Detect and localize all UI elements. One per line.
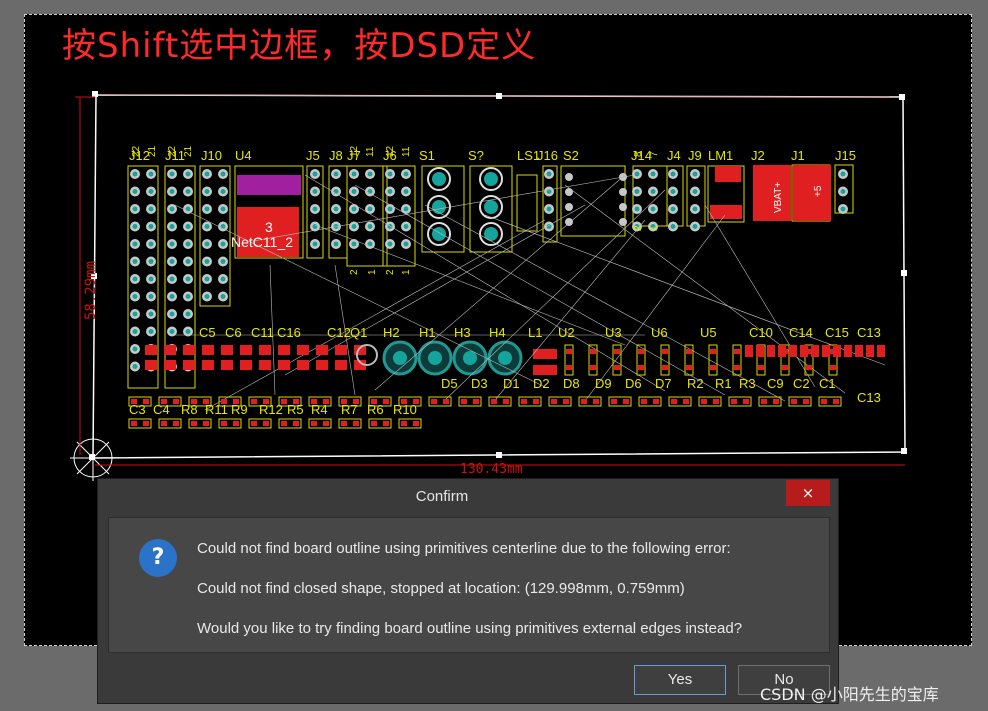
svg-text:Q1: Q1 bbox=[350, 325, 367, 340]
svg-text:J4: J4 bbox=[667, 148, 681, 163]
svg-text:C5: C5 bbox=[199, 325, 216, 340]
svg-text:1: 1 bbox=[401, 269, 412, 275]
svg-text:21: 21 bbox=[147, 145, 158, 157]
svg-text:D5: D5 bbox=[441, 376, 458, 391]
svg-text:2: 2 bbox=[349, 269, 360, 275]
svg-text:J9: J9 bbox=[688, 148, 702, 163]
svg-text:R9: R9 bbox=[231, 402, 248, 417]
svg-text:R3: R3 bbox=[739, 376, 756, 391]
close-button[interactable]: × bbox=[786, 480, 830, 506]
svg-text:11: 11 bbox=[401, 146, 412, 157]
svg-text:U2: U2 bbox=[558, 325, 575, 340]
svg-text:D2: D2 bbox=[533, 376, 550, 391]
svg-text:R7: R7 bbox=[341, 402, 358, 417]
question-icon: ? bbox=[139, 539, 177, 577]
dimension-horizontal: 130.43mm bbox=[95, 462, 905, 477]
svg-text:2: 2 bbox=[385, 269, 396, 275]
svg-text:C14: C14 bbox=[789, 325, 813, 340]
svg-text:R4: R4 bbox=[311, 402, 328, 417]
message-line-3: Would you like to try finding board outl… bbox=[197, 620, 743, 637]
smd-blocks bbox=[237, 165, 831, 375]
svg-text:S1: S1 bbox=[419, 148, 435, 163]
svg-text:21: 21 bbox=[183, 145, 194, 157]
svg-text:J8: J8 bbox=[329, 148, 343, 163]
svg-text:J10: J10 bbox=[201, 148, 222, 163]
svg-text:J5: J5 bbox=[306, 148, 320, 163]
watermark-text: CSDN @小阳先生的宝库 bbox=[760, 685, 939, 704]
svg-text:C9: C9 bbox=[767, 376, 784, 391]
svg-text:R12: R12 bbox=[259, 402, 283, 417]
pad-number-label: 3 bbox=[265, 219, 273, 235]
svg-text:R8: R8 bbox=[181, 402, 198, 417]
svg-text:R11: R11 bbox=[205, 402, 228, 417]
svg-text:C2: C2 bbox=[793, 376, 810, 391]
svg-text:J2: J2 bbox=[751, 148, 765, 163]
dialog-title: Confirm bbox=[415, 488, 469, 505]
battery-label: VBAT+ bbox=[773, 182, 784, 213]
svg-text:U6: U6 bbox=[651, 325, 668, 340]
svg-text:D9: D9 bbox=[595, 376, 612, 391]
yes-button[interactable]: Yes bbox=[634, 665, 726, 695]
svg-text:D3: D3 bbox=[471, 376, 488, 391]
confirm-dialog: Confirm × ? Could not find board outline… bbox=[97, 478, 839, 704]
svg-text:11: 11 bbox=[365, 146, 376, 157]
svg-text:D8: D8 bbox=[563, 376, 580, 391]
svg-text:7: 7 bbox=[649, 151, 660, 157]
svg-text:R2: R2 bbox=[687, 376, 704, 391]
svg-text:C1: C1 bbox=[819, 376, 836, 391]
dialog-body: ? Could not find board outline using pri… bbox=[108, 517, 830, 653]
svg-text:H3: H3 bbox=[454, 325, 471, 340]
dimension-vertical-label: 58.29mm bbox=[83, 261, 99, 320]
svg-text:1: 1 bbox=[367, 269, 378, 275]
dimension-horizontal-label: 130.43mm bbox=[460, 462, 523, 477]
svg-text:LM1: LM1 bbox=[708, 148, 733, 163]
svg-text:22: 22 bbox=[167, 145, 178, 157]
svg-text:8: 8 bbox=[633, 151, 644, 157]
svg-text:D7: D7 bbox=[655, 376, 672, 391]
svg-text:R5: R5 bbox=[287, 402, 304, 417]
svg-text:C11: C11 bbox=[251, 325, 274, 340]
svg-text:C12: C12 bbox=[327, 325, 351, 340]
svg-text:12: 12 bbox=[349, 145, 360, 157]
plus-label: +5 bbox=[813, 185, 824, 197]
svg-text:C13: C13 bbox=[857, 390, 881, 405]
svg-text:C15: C15 bbox=[825, 325, 849, 340]
svg-text:D1: D1 bbox=[503, 376, 520, 391]
svg-text:D6: D6 bbox=[625, 376, 642, 391]
message-line-1: Could not find board outline using primi… bbox=[197, 540, 731, 557]
svg-text:J15: J15 bbox=[835, 148, 856, 163]
origin-marker-icon bbox=[70, 435, 116, 481]
svg-text:J1: J1 bbox=[791, 148, 805, 163]
svg-text:R6: R6 bbox=[367, 402, 384, 417]
svg-text:L1: L1 bbox=[528, 325, 542, 340]
svg-text:12: 12 bbox=[385, 145, 396, 157]
svg-text:S?: S? bbox=[468, 148, 484, 163]
svg-text:J16: J16 bbox=[537, 148, 558, 163]
annotation-text: 按Shift选中边框，按DSD定义 bbox=[62, 26, 537, 66]
pad-layer bbox=[130, 169, 848, 372]
svg-text:1: 1 bbox=[649, 225, 660, 231]
svg-text:22: 22 bbox=[131, 145, 142, 157]
svg-text:H2: H2 bbox=[383, 325, 400, 340]
svg-text:H1: H1 bbox=[419, 325, 436, 340]
svg-text:U5: U5 bbox=[700, 325, 717, 340]
svg-text:R1: R1 bbox=[715, 376, 732, 391]
svg-text:C13: C13 bbox=[857, 325, 881, 340]
svg-text:C6: C6 bbox=[225, 325, 242, 340]
svg-text:S2: S2 bbox=[563, 148, 579, 163]
svg-text:U4: U4 bbox=[235, 148, 252, 163]
svg-text:C4: C4 bbox=[153, 402, 170, 417]
svg-text:R10: R10 bbox=[393, 402, 417, 417]
svg-text:C16: C16 bbox=[277, 325, 301, 340]
dialog-titlebar[interactable]: Confirm × bbox=[98, 479, 838, 515]
svg-text:H4: H4 bbox=[489, 325, 506, 340]
svg-text:C3: C3 bbox=[129, 402, 146, 417]
net-label: NetC11_2 bbox=[231, 234, 293, 250]
svg-text:2: 2 bbox=[633, 225, 644, 231]
svg-text:U3: U3 bbox=[605, 325, 622, 340]
message-line-2: Could not find closed shape, stopped at … bbox=[197, 580, 685, 597]
svg-text:C10: C10 bbox=[749, 325, 773, 340]
